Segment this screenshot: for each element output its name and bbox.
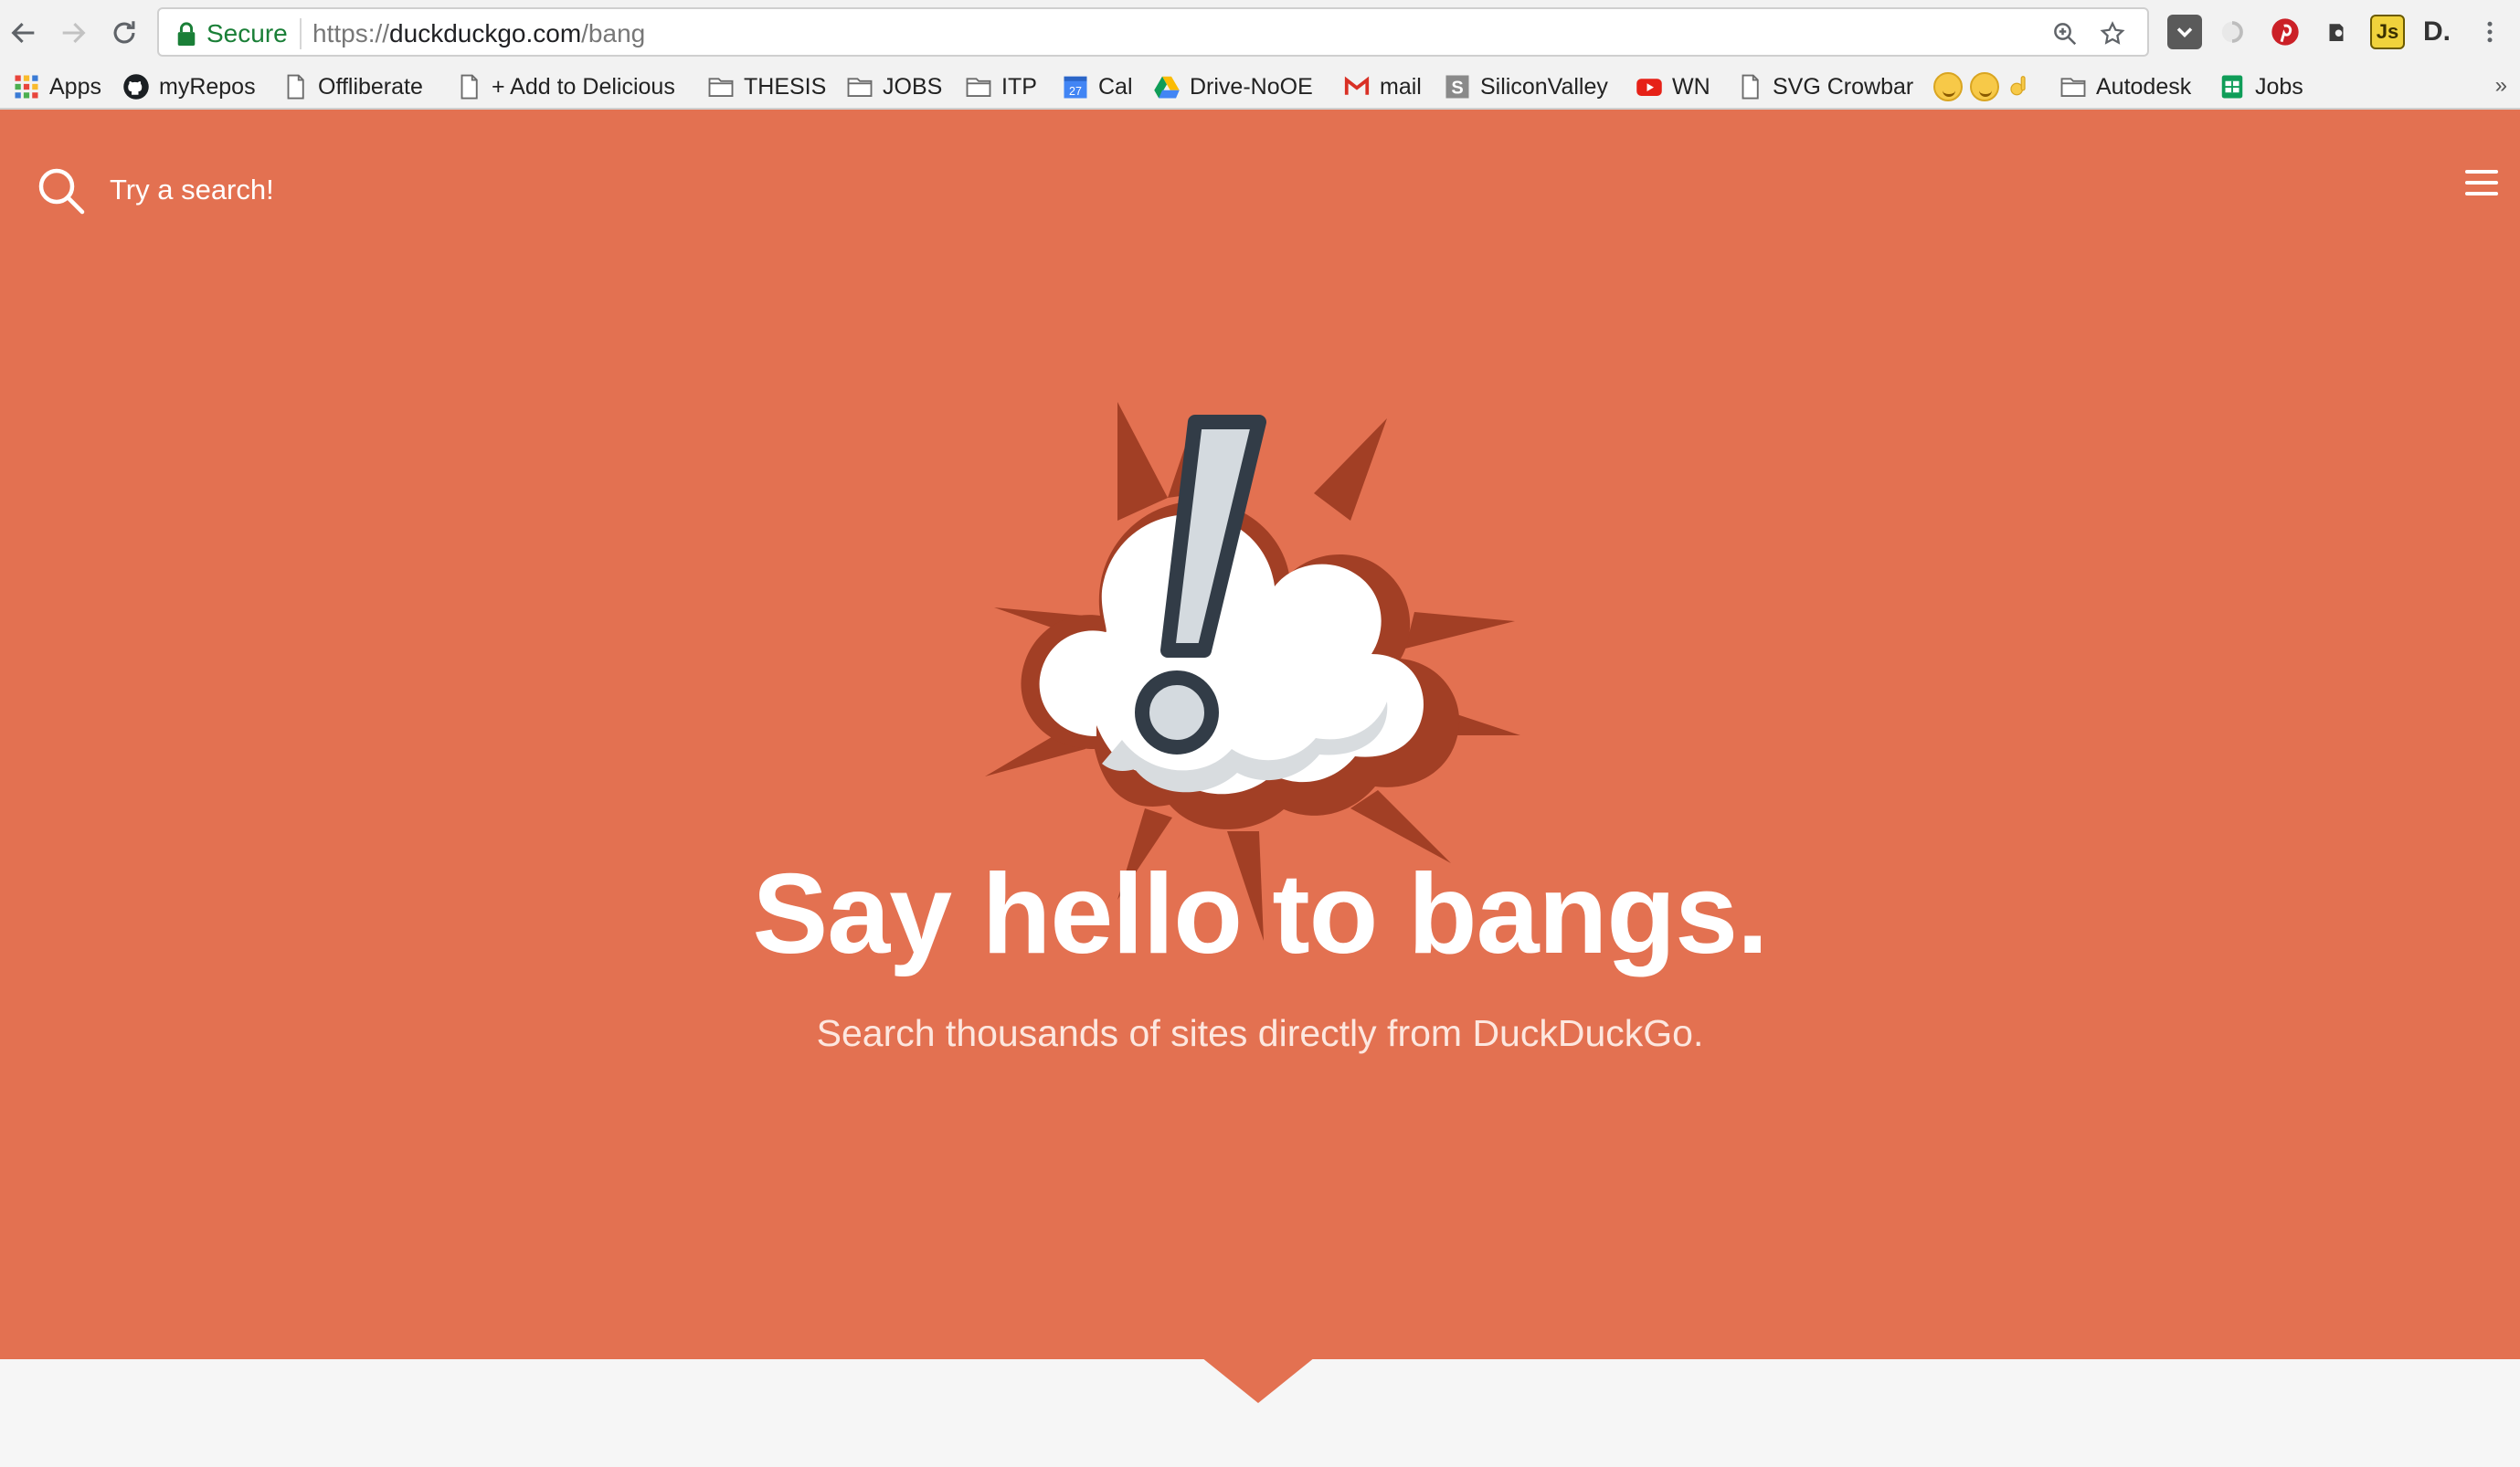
search-prompt[interactable]: Try a search!	[110, 174, 274, 206]
apps-grid-icon	[13, 73, 40, 100]
smile-emoji-icon	[1970, 72, 1999, 101]
reload-button[interactable]	[104, 13, 144, 53]
bookmark-label: myRepos	[159, 73, 256, 100]
hamburger-menu-icon[interactable]	[2463, 166, 2500, 199]
bookmark-folder-thesis[interactable]: THESIS	[707, 64, 826, 110]
bookmarks-bar: Apps myRepos Offliberate + Add to Delici…	[0, 64, 2520, 110]
bookmark-apps[interactable]: Apps	[13, 64, 101, 110]
url-host: duckduckgo.com	[389, 19, 582, 47]
bookmark-drive[interactable]: Drive-NoOE	[1153, 64, 1313, 110]
bookmark-label: mail	[1380, 73, 1422, 100]
bookmark-label: Cal	[1098, 73, 1133, 100]
arrow-right-icon	[62, 22, 86, 44]
pocket-icon[interactable]	[2167, 15, 2202, 49]
siliconvalley-icon: S	[1444, 73, 1471, 100]
section-pointer-arrow	[1202, 1357, 1315, 1403]
smile-emoji-icon	[1933, 72, 1963, 101]
bookmark-label: Drive-NoOE	[1190, 73, 1313, 100]
reload-icon	[113, 21, 135, 44]
svg-text:S: S	[1451, 79, 1463, 99]
bookmark-label: Apps	[49, 73, 101, 100]
extension-swirl-icon[interactable]	[2215, 15, 2250, 49]
back-button[interactable]	[4, 13, 44, 53]
bookmark-folder-itp[interactable]: ITP	[965, 64, 1037, 110]
browser-toolbar: Secure https://duckduckgo.com/bang Js D.	[0, 0, 2520, 64]
page-headline: Say hello to bangs.	[752, 851, 1769, 977]
gmail-icon	[1343, 73, 1371, 100]
secure-label: Secure	[206, 19, 288, 47]
folder-icon	[965, 73, 992, 100]
js-extension-icon[interactable]: Js	[2370, 15, 2405, 49]
bookmark-siliconvalley[interactable]: S SiliconValley	[1444, 64, 1608, 110]
bookmark-emoji-group[interactable]	[1933, 64, 2043, 110]
bookmark-label: Jobs	[2255, 73, 2303, 100]
address-bar[interactable]: Secure https://duckduckgo.com/bang	[157, 7, 2149, 57]
cloud-shape	[1021, 501, 1460, 829]
sheets-icon	[2218, 73, 2246, 100]
url-scheme: https://	[312, 19, 390, 47]
bookmark-star-icon[interactable]	[2096, 17, 2129, 50]
forward-button[interactable]	[53, 13, 93, 53]
bookmark-svg-crowbar[interactable]: SVG Crowbar	[1736, 64, 1913, 110]
search-icon[interactable]	[37, 166, 86, 216]
page-icon	[281, 73, 309, 100]
youtube-icon	[1636, 73, 1663, 100]
github-icon	[122, 73, 150, 100]
evernote-icon[interactable]	[2319, 15, 2354, 49]
bookmark-label: Autodesk	[2096, 73, 2192, 100]
page-icon	[1736, 73, 1763, 100]
lock-icon	[177, 22, 196, 46]
bang-hero: Try a search! Say hello to bangs. Search…	[0, 110, 2520, 1403]
zoom-icon[interactable]	[2049, 17, 2081, 50]
bookmark-mail[interactable]: mail	[1343, 64, 1422, 110]
arrow-left-icon	[11, 22, 35, 44]
bookmark-label: Offliberate	[318, 73, 423, 100]
bookmark-offliberate[interactable]: Offliberate	[281, 64, 423, 110]
bookmark-folder-autodesk[interactable]: Autodesk	[2059, 64, 2191, 110]
bookmark-add-to-delicious[interactable]: + Add to Delicious	[455, 64, 675, 110]
bookmarks-overflow-icon[interactable]: »	[2495, 73, 2507, 99]
folder-icon	[2059, 73, 2087, 100]
bookmark-label: THESIS	[744, 73, 827, 100]
folder-icon	[846, 73, 874, 100]
browser-menu-icon[interactable]	[2472, 15, 2507, 49]
bookmark-folder-jobs[interactable]: JOBS	[846, 64, 942, 110]
bookmark-myrepos[interactable]: myRepos	[122, 64, 256, 110]
d-extension-icon[interactable]: D.	[2419, 15, 2454, 49]
bookmark-label: SVG Crowbar	[1773, 73, 1914, 100]
bookmark-wn[interactable]: WN	[1636, 64, 1710, 110]
page-icon	[455, 73, 482, 100]
omnibox-divider	[300, 18, 302, 49]
bookmark-label: JOBS	[883, 73, 943, 100]
bookmark-label: ITP	[1001, 73, 1037, 100]
bookmark-label: SiliconValley	[1480, 73, 1608, 100]
bookmark-jobs-sheet[interactable]: Jobs	[2218, 64, 2303, 110]
pinterest-icon[interactable]	[2268, 15, 2303, 49]
folder-icon	[707, 73, 735, 100]
ok-hand-emoji-icon	[2006, 73, 2034, 100]
calendar-icon: 27	[1062, 73, 1089, 100]
drive-icon	[1153, 73, 1181, 100]
bookmark-cal[interactable]: 27 Cal	[1062, 64, 1133, 110]
bookmark-label: WN	[1672, 73, 1710, 100]
bookmark-label: + Add to Delicious	[492, 73, 675, 100]
page-subheadline: Search thousands of sites directly from …	[816, 1012, 1704, 1054]
url-path: /bang	[581, 19, 646, 47]
url-text: https://duckduckgo.com/bang	[312, 19, 645, 48]
calendar-day: 27	[1069, 85, 1082, 98]
